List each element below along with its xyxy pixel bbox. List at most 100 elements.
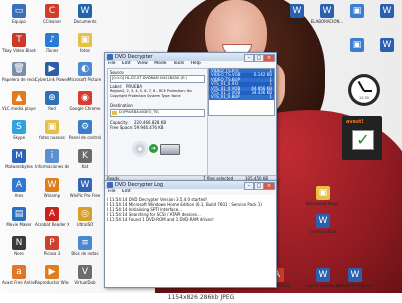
desktop-icon-left-21[interactable]: ▤ Movie Maker: [2, 207, 36, 227]
desktop-icon-left-24[interactable]: N Nero: [2, 236, 36, 256]
desktop-icon-right-2[interactable]: ▣: [340, 4, 374, 19]
log-menu-edit[interactable]: Edit: [122, 189, 131, 194]
desktop-icon-left-11[interactable]: ◉ Google Chrome: [68, 91, 102, 111]
decrypt-button[interactable]: ➜: [130, 139, 182, 161]
desktop-icon-right-7[interactable]: Wcuentos.docx: [306, 214, 340, 234]
desktop-icon-label: proyecto mejoramiento...: [338, 283, 372, 288]
desktop-icon-label: cuentos.docx: [309, 229, 337, 234]
desktop-icon-label: WinPic Pro Free: [69, 193, 101, 198]
desktop-icon-left-4[interactable]: ♪ iTunes: [35, 33, 69, 53]
desktop-icon-left-14[interactable]: ⚙ Panel de control: [68, 120, 102, 140]
avast-gadget-title: avast!: [346, 119, 364, 125]
desktop-icon-left-19[interactable]: W Winamp: [35, 178, 69, 198]
file-name: VTS_01_0.BUP: [211, 94, 240, 100]
desktop-icon-image: K: [78, 149, 92, 163]
desktop-icon-image: ⚙: [78, 120, 92, 134]
desktop-icon-image: V: [78, 265, 92, 279]
desktop-icon-image: W: [380, 4, 394, 18]
desktop-icon-image: ▶: [45, 265, 59, 279]
desktop-icon-left-1[interactable]: C CCleaner: [35, 4, 69, 24]
desktop-icon-left-18[interactable]: A Ares: [2, 178, 36, 198]
folder-icon[interactable]: [112, 111, 117, 115]
desktop-icon-label: Skype: [12, 135, 26, 140]
desktop-icon-left-7[interactable]: ▶CyberLink PowerDVD 9: [35, 62, 69, 82]
desktop-icon-right-4[interactable]: ▣: [340, 38, 374, 53]
desktop-icon-left-10[interactable]: ⊕ Red: [35, 91, 69, 111]
desktop-icon-image: S: [12, 120, 26, 134]
log-line: I 11:54:14 Found 1 DVD-ROM and 1 DVD-RAM…: [107, 217, 214, 222]
desktop-icon-image: ▲: [12, 91, 26, 105]
desktop-icon-right-9[interactable]: Wproyecto mejoramiento...: [338, 268, 372, 288]
desktop-icon-left-6[interactable]: 🗑Papelera de reciclaje: [2, 62, 36, 82]
menu-tools[interactable]: Tools: [173, 61, 184, 66]
desktop-icon-image: ▣: [350, 4, 364, 18]
desktop-icon-left-28[interactable]: ▶Reproductor Windows: [35, 265, 69, 285]
desktop-icon-image: W: [380, 38, 394, 52]
desktop-icon-left-23[interactable]: ◎ UltraISO: [68, 207, 102, 227]
log-menu-file[interactable]: File: [108, 189, 116, 194]
close-button[interactable]: ×: [263, 54, 275, 62]
desktop-icon-left-13[interactable]: ▣ fotos nuevas: [35, 120, 69, 140]
desktop-icon-left-0[interactable]: ▭ Equipo: [2, 4, 36, 24]
file-row[interactable]: VTS_01_0.BUP 1: [209, 94, 274, 100]
desktop-icon-left-27[interactable]: aAvast Free Antivirus: [2, 265, 36, 285]
arrow-right-icon: ➜: [149, 144, 158, 153]
desktop-icon-label: Nero: [14, 251, 24, 256]
desktop-icon-label: Tbay Video Blaster: [2, 48, 36, 53]
desktop: ▭ Equipo C CCleaner W Documents T Tbay Video Bl…: [0, 0, 402, 303]
minimize-button[interactable]: –: [244, 54, 254, 62]
desktop-icon-right-8[interactable]: Wcorreo de julio.docx: [306, 268, 340, 288]
menu-view[interactable]: View: [137, 61, 148, 66]
desktop-icon-left-15[interactable]: M Malwarebytes: [2, 149, 36, 169]
dvd-titlebar[interactable]: DVD Decrypter – □ ×: [105, 53, 276, 62]
log-titlebar[interactable]: DVD Decrypter Log – □ ×: [105, 181, 276, 190]
dvd-log-window[interactable]: DVD Decrypter Log – □ × File Edit I 11:5…: [104, 180, 277, 288]
desktop-icon-image: ▭: [12, 4, 26, 18]
dvd-decrypter-window[interactable]: DVD Decrypter – □ × File Edit View Mode …: [104, 52, 277, 183]
desktop-icon-left-29[interactable]: V VirtualDub: [68, 265, 102, 285]
desktop-icon-image: ▶: [45, 62, 59, 76]
desktop-icon-image: W: [78, 4, 92, 18]
desktop-icon-left-26[interactable]: ≡ Bloc de notas: [68, 236, 102, 256]
log-minimize-button[interactable]: –: [244, 182, 254, 190]
desktop-icon-image: W: [348, 268, 362, 282]
menu-help[interactable]: Help: [190, 61, 200, 66]
destination-path-field[interactable]: D:\PRUEBA\VIDEO_TS\: [110, 109, 205, 117]
desktop-icon-image: ▣: [45, 120, 59, 134]
desktop-icon-image: A: [12, 178, 26, 192]
desktop-icon-right-1[interactable]: W ELABORACION...: [310, 4, 344, 24]
desktop-icon-right-3[interactable]: W: [370, 4, 402, 19]
desktop-icon-label: PLAN DE...: [286, 19, 308, 24]
desktop-icon-label: Kat: [81, 164, 89, 169]
desktop-icon-label: Equipo: [12, 19, 26, 24]
desktop-icon-left-9[interactable]: ▲ VLC media player: [2, 91, 36, 111]
clock-gadget[interactable]: 11:55: [348, 74, 380, 106]
desktop-icon-left-5[interactable]: ▣ fotos: [68, 33, 102, 53]
menu-mode[interactable]: Mode: [154, 61, 166, 66]
desktop-icon-right-6[interactable]: ▣Bollywood Huge Songs Collecti...: [306, 186, 340, 206]
desktop-icon-label: Winamp: [43, 193, 61, 198]
source-drive-select[interactable]: [0:1:0] HL-DT-ST DVDRAM GH22NS50 (E:): [110, 75, 205, 83]
desktop-icon-left-12[interactable]: S Skype: [2, 120, 36, 140]
log-close-button[interactable]: ×: [263, 182, 275, 190]
desktop-icon-right-5[interactable]: W: [370, 38, 402, 53]
desktop-icon-left-20[interactable]: W WinPic Pro Free: [68, 178, 102, 198]
desktop-icon-right-0[interactable]: W PLAN DE...: [280, 4, 314, 24]
desktop-icon-left-25[interactable]: P Picasa 3: [35, 236, 69, 256]
desktop-icon-left-8[interactable]: ◐Microsoft Picture It! Photo: [68, 62, 102, 82]
desktop-icon-image: ⊕: [45, 91, 59, 105]
freespace-value: 59.946.476 KB: [134, 125, 164, 130]
desktop-icon-left-3[interactable]: T Tbay Video Blaster: [2, 33, 36, 53]
menu-file[interactable]: File: [108, 61, 116, 66]
menu-edit[interactable]: Edit: [122, 61, 131, 66]
desktop-icon-label: Movie Maker: [6, 222, 32, 227]
desktop-icon-left-2[interactable]: W Documents: [68, 4, 102, 24]
log-list[interactable]: I 11:54:14 DVD Decrypter Version 3.5.4.0…: [107, 197, 272, 283]
desktop-icon-left-16[interactable]: iInformaciones de escrito: [35, 149, 69, 169]
dvd-title: DVD Decrypter: [115, 54, 153, 60]
desktop-icon-left-17[interactable]: K Kat: [68, 149, 102, 169]
avast-gadget[interactable]: avast! ✓: [342, 116, 382, 160]
desktop-icon-image: ▣: [350, 38, 364, 52]
desktop-icon-left-22[interactable]: A Acrobat Reader X: [35, 207, 69, 227]
file-list[interactable]: VIDEO_TS.IFO 1 VIDEO_TS.VOB 6.142 KB VIDEO_T…: [208, 68, 275, 116]
